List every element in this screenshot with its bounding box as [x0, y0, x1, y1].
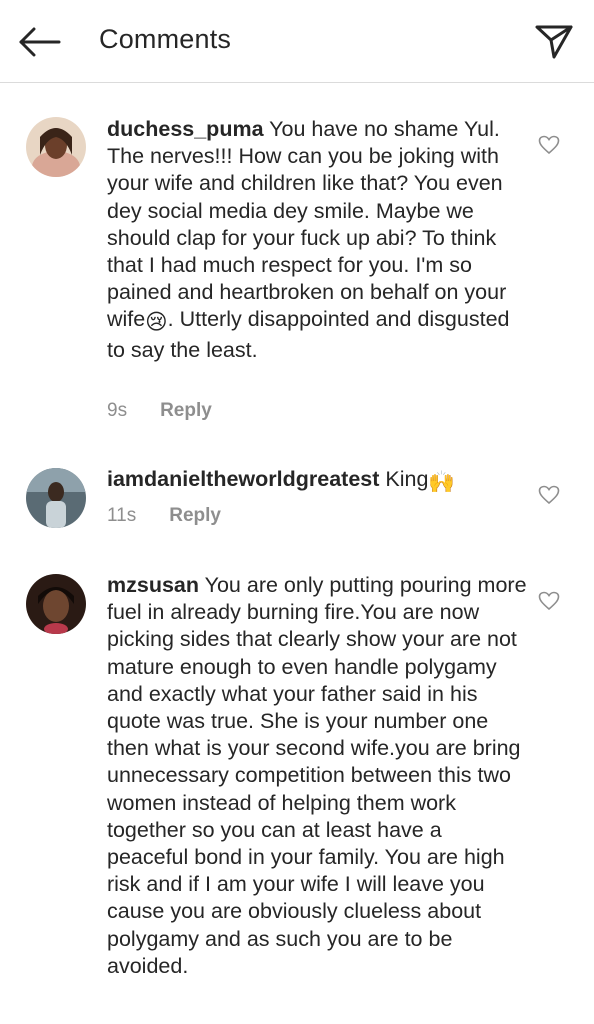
heart-icon[interactable]	[538, 135, 560, 155]
raising-hands-emoji: 🙌	[428, 470, 456, 494]
comment-text-part: You are only putting pouring more fuel i…	[107, 573, 527, 978]
comment-text: mzsusan You are only putting pouring mor…	[107, 572, 527, 980]
arrow-left-icon	[19, 27, 61, 57]
crying-face-emoji: 😢	[145, 310, 168, 335]
comment-timestamp: 11s	[107, 505, 137, 526]
heart-icon[interactable]	[538, 591, 560, 611]
paper-plane-icon	[535, 25, 573, 59]
comment-text-part: King	[379, 467, 429, 491]
comment-meta: 11s Reply	[107, 505, 221, 527]
back-button[interactable]	[14, 20, 64, 64]
comment-meta: 9s Reply	[107, 400, 212, 422]
avatar[interactable]	[26, 117, 86, 177]
page-title: Comments	[99, 24, 232, 54]
reply-button[interactable]: Reply	[160, 400, 212, 422]
comment-text: iamdanieltheworldgreatest King🙌	[107, 466, 527, 496]
comment-text: duchess_puma You have no shame Yul. The …	[107, 116, 527, 364]
comment-username[interactable]: duchess_puma	[107, 117, 264, 141]
avatar[interactable]	[26, 574, 86, 634]
comment-timestamp: 9s	[107, 400, 128, 421]
header-bar: Comments	[0, 0, 594, 83]
share-button[interactable]	[530, 18, 578, 66]
avatar[interactable]	[26, 468, 86, 528]
heart-icon[interactable]	[538, 485, 560, 505]
comment-username[interactable]: mzsusan	[107, 573, 199, 597]
comment-text-part: You have no shame Yul. The nerves!!! How…	[107, 117, 507, 332]
reply-button[interactable]: Reply	[169, 505, 221, 527]
comment-username[interactable]: iamdanieltheworldgreatest	[107, 467, 379, 491]
